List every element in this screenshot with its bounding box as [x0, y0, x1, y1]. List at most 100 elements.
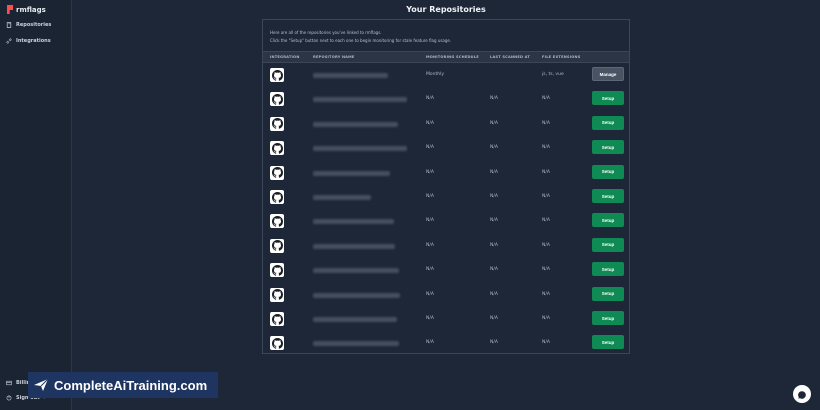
github-icon [270, 238, 284, 253]
setup-button[interactable]: Setup [592, 189, 624, 203]
repository-name-redacted [313, 341, 399, 347]
monitoring-schedule-cell: Monthly [426, 72, 445, 77]
setup-button[interactable]: Setup [592, 213, 624, 228]
monitoring-schedule-cell: N/A [426, 120, 434, 126]
table-row: N/A N/A N/A Setup [263, 186, 629, 210]
monitoring-schedule-cell: N/A [426, 340, 434, 346]
setup-button[interactable]: Setup [592, 286, 624, 301]
plane-logo-icon [33, 377, 49, 393]
file-extensions-cell: js, ts, vue [542, 72, 564, 77]
table-header: INTEGRATION REPOSITORY NAME MONITORING S… [263, 51, 629, 63]
setup-button[interactable]: Setup [592, 237, 624, 252]
table-row: Monthly js, ts, vue Manage [263, 64, 629, 88]
table-row: N/A N/A N/A Setup [263, 210, 629, 234]
github-icon [270, 312, 284, 326]
table-row: N/A N/A N/A Setup [263, 113, 629, 137]
last-scanned-cell: N/A [490, 242, 498, 248]
repository-name-redacted [313, 97, 407, 103]
setup-button[interactable]: Setup [592, 115, 624, 130]
page-title: Your Repositories [406, 5, 486, 14]
github-icon [270, 190, 284, 204]
monitoring-schedule-cell: N/A [426, 291, 434, 297]
table-row: N/A N/A N/A Setup [263, 332, 629, 356]
setup-button[interactable]: Setup [592, 335, 624, 350]
github-icon [270, 68, 284, 82]
intro-line: Here are all of the repositories you've … [270, 30, 382, 35]
last-scanned-cell: N/A [490, 145, 498, 151]
table-row: N/A N/A N/A Setup [263, 162, 629, 186]
sidebar-item-label: Repositories [16, 22, 52, 28]
sidebar-item-repositories[interactable]: Repositories [6, 22, 51, 28]
file-extensions-cell: N/A [542, 218, 550, 224]
github-icon [270, 214, 284, 229]
logout-icon [6, 395, 12, 401]
monitoring-schedule-cell: N/A [426, 96, 434, 102]
column-header-integration: INTEGRATION [270, 55, 300, 59]
last-scanned-cell: N/A [490, 316, 498, 321]
repository-name-redacted [313, 317, 397, 322]
monitoring-schedule-cell: N/A [426, 145, 434, 151]
sidebar-item-integrations[interactable]: Integrations [6, 38, 51, 44]
card-icon [6, 380, 12, 386]
file-extensions-cell: N/A [542, 267, 550, 273]
table-row: N/A N/A N/A Setup [263, 308, 629, 332]
file-extensions-cell: N/A [542, 120, 550, 126]
monitoring-schedule-cell: N/A [426, 194, 434, 199]
column-header-last-scanned-at: LAST SCANNED AT [490, 55, 531, 59]
setup-button[interactable]: Setup [592, 91, 624, 106]
file-extensions-cell: N/A [542, 145, 550, 151]
monitoring-schedule-cell: N/A [426, 169, 434, 175]
last-scanned-cell: N/A [490, 291, 498, 297]
setup-button[interactable]: Setup [592, 311, 624, 325]
monitoring-schedule-cell: N/A [426, 316, 434, 321]
rmflags-logo-icon [7, 5, 13, 14]
intro-text: Here are all of the repositories you've … [270, 29, 451, 45]
github-icon [270, 141, 284, 156]
table-row: N/A N/A N/A Setup [263, 235, 629, 259]
last-scanned-cell: N/A [490, 267, 498, 273]
github-icon [270, 165, 284, 180]
repository-name-redacted [313, 219, 394, 225]
file-extensions-cell: N/A [542, 96, 550, 102]
last-scanned-cell: N/A [490, 340, 498, 346]
setup-button[interactable]: Setup [592, 262, 624, 277]
repository-name-redacted [313, 268, 399, 274]
file-extensions-cell: N/A [542, 242, 550, 248]
intro-line: Click the "Setup" button next to each on… [270, 38, 452, 43]
monitoring-schedule-cell: N/A [426, 267, 434, 273]
repository-name-redacted [313, 292, 400, 298]
watermark-text: CompleteAiTraining.com [54, 377, 208, 393]
last-scanned-cell: N/A [490, 96, 498, 102]
table-row: N/A N/A N/A Setup [263, 284, 629, 308]
github-icon [270, 287, 284, 302]
last-scanned-cell: N/A [490, 169, 498, 175]
watermark-banner: CompleteAiTraining.com [28, 372, 218, 398]
repository-name-redacted [313, 243, 395, 249]
monitoring-schedule-cell: N/A [426, 218, 434, 224]
column-header-monitoring-schedule: MONITORING SCHEDULE [426, 55, 479, 59]
repository-name-redacted [313, 170, 390, 176]
github-icon [270, 116, 284, 131]
last-scanned-cell: N/A [490, 218, 498, 224]
table-row: N/A N/A N/A Setup [263, 259, 629, 283]
table-row: N/A N/A N/A Setup [263, 137, 629, 161]
repository-name-redacted [313, 73, 388, 78]
repository-name-redacted [313, 146, 407, 152]
app-logo[interactable]: rmflags [7, 5, 46, 14]
chat-launcher-button[interactable] [793, 385, 811, 403]
file-extensions-cell: N/A [542, 169, 550, 175]
repository-name-redacted [313, 121, 398, 127]
file-extensions-cell: N/A [542, 316, 550, 321]
setup-button[interactable]: Setup [592, 164, 624, 179]
setup-button[interactable]: Setup [592, 140, 624, 155]
github-icon [270, 92, 284, 107]
manage-button[interactable]: Manage [592, 67, 624, 81]
table-row: N/A N/A N/A Setup [263, 88, 629, 112]
link-icon [6, 38, 12, 44]
monitoring-schedule-cell: N/A [426, 242, 434, 248]
last-scanned-cell: N/A [490, 120, 498, 126]
repository-name-redacted [313, 195, 371, 200]
last-scanned-cell: N/A [490, 194, 498, 199]
chat-bubble-icon [797, 385, 807, 404]
book-icon [6, 22, 12, 28]
